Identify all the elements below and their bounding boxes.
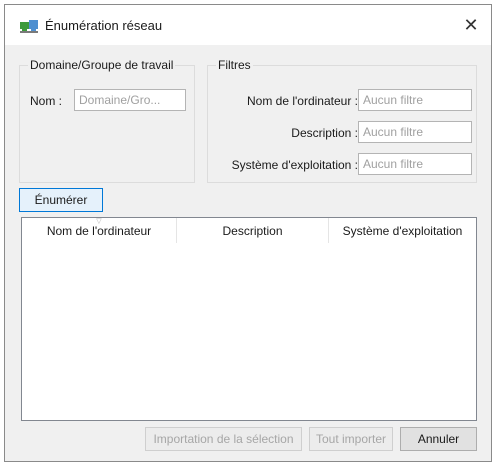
cancel-button[interactable]: Annuler xyxy=(400,427,477,451)
import-all-button[interactable]: Tout importer xyxy=(309,427,393,451)
os-label: Système d'exploitation : xyxy=(231,158,358,172)
network-enumeration-dialog: Énumération réseau ✕ Domaine/Groupe de t… xyxy=(4,4,492,462)
import-selection-button[interactable]: Importation de la sélection xyxy=(145,427,302,451)
computer-list[interactable]: ▽ Nom de l'ordinateur Description Systèm… xyxy=(21,217,477,421)
network-icon xyxy=(19,19,39,35)
description-filter-input[interactable] xyxy=(358,121,472,143)
domain-group-title: Domaine/Groupe de travail xyxy=(28,58,176,72)
domain-group-box: Domaine/Groupe de travail Nom : xyxy=(19,58,195,183)
computer-name-label: Nom de l'ordinateur : xyxy=(246,94,358,108)
computer-name-filter-input[interactable] xyxy=(358,89,472,111)
title-bar: Énumération réseau ✕ xyxy=(5,5,491,45)
filters-group-box: Filtres Nom de l'ordinateur : Descriptio… xyxy=(207,58,477,183)
column-os-label: Système d'exploitation xyxy=(342,223,463,238)
column-description[interactable]: Description xyxy=(177,218,329,243)
window-title: Énumération réseau xyxy=(45,18,163,33)
list-header: ▽ Nom de l'ordinateur Description Systèm… xyxy=(22,218,476,243)
os-filter-input[interactable] xyxy=(358,153,472,175)
name-label: Nom : xyxy=(30,94,63,108)
column-description-label: Description xyxy=(222,223,283,238)
sort-arrow-icon: ▽ xyxy=(96,218,102,225)
column-os[interactable]: Système d'exploitation xyxy=(329,218,476,243)
enumerate-button[interactable]: Énumérer xyxy=(19,188,103,212)
close-icon[interactable]: ✕ xyxy=(451,5,491,45)
description-label: Description : xyxy=(291,126,358,140)
domain-name-input[interactable] xyxy=(74,89,186,111)
filters-group-title: Filtres xyxy=(216,58,253,72)
column-computer-name-label: Nom de l'ordinateur xyxy=(46,223,152,238)
column-computer-name[interactable]: ▽ Nom de l'ordinateur xyxy=(22,218,177,243)
